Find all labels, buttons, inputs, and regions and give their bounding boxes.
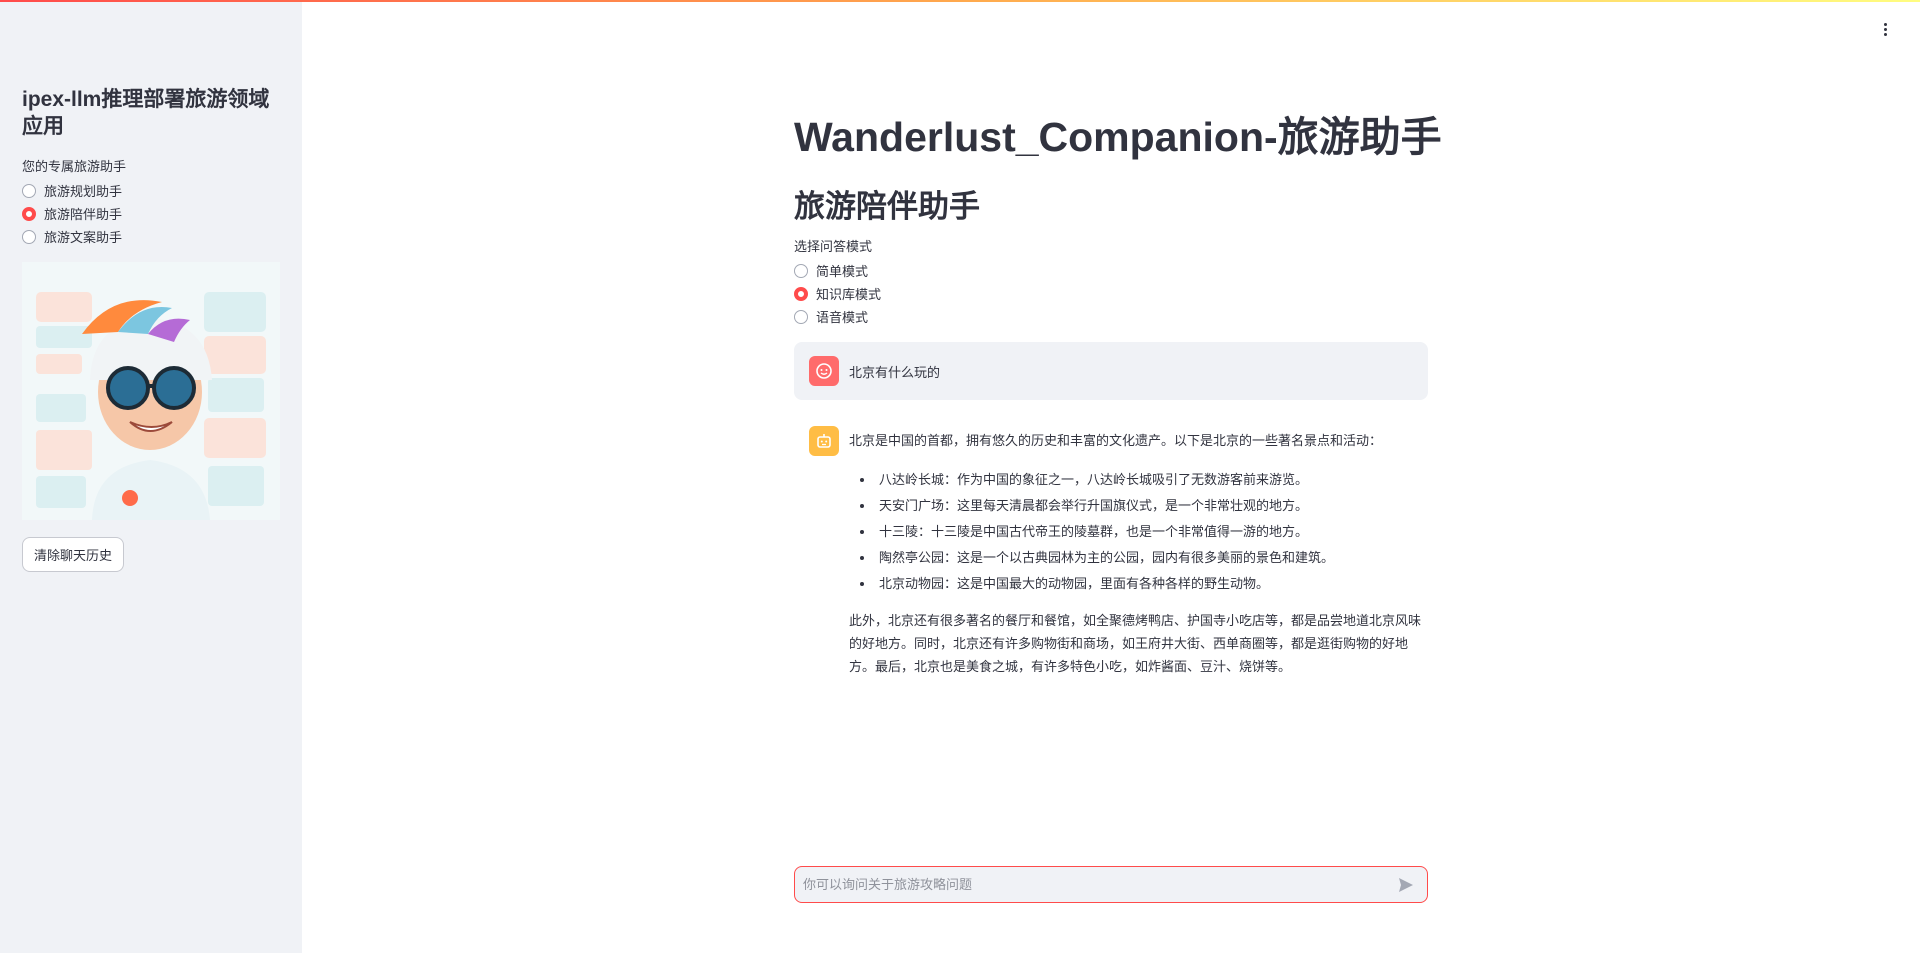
send-icon[interactable] xyxy=(1395,874,1417,896)
list-item: 八达岭长城：作为中国的象征之一，八达岭长城吸引了无数游客前来游览。 xyxy=(875,467,1424,493)
radio-circle[interactable] xyxy=(22,229,36,244)
list-item: 陶然亭公园：这是一个以古典园林为主的公园，园内有很多美丽的景色和建筑。 xyxy=(875,545,1424,571)
user-avatar-icon xyxy=(809,356,839,386)
assistant-radio-group: 旅游规划助手 旅游陪伴助手 旅游文案助手 xyxy=(22,179,122,248)
assistant-outro: 此外，北京还有很多著名的餐厅和餐馆，如全聚德烤鸭店、护国寺小吃店等，都是品尝地道… xyxy=(849,613,1422,674)
chat-input[interactable] xyxy=(803,877,1395,892)
mode-option-voice[interactable]: 语音模式 xyxy=(794,305,881,328)
radio-circle[interactable] xyxy=(794,309,808,324)
top-decoration-bar xyxy=(0,0,1920,2)
radio-circle[interactable] xyxy=(22,183,36,198)
radio-circle-checked[interactable] xyxy=(794,286,808,301)
assistant-option-companion[interactable]: 旅游陪伴助手 xyxy=(22,202,122,225)
assistant-option-copywriting[interactable]: 旅游文案助手 xyxy=(22,225,122,248)
mascot-illustration xyxy=(22,262,280,520)
assistant-option-label: 旅游文案助手 xyxy=(44,230,123,245)
radio-circle-checked[interactable] xyxy=(22,206,36,221)
radio-circle[interactable] xyxy=(794,263,808,278)
attractions-list: 八达岭长城：作为中国的象征之一，八达岭长城吸引了无数游客前来游览。 天安门广场：… xyxy=(875,467,1424,597)
mode-radio-group: 简单模式 知识库模式 语音模式 xyxy=(794,259,881,328)
assistant-intro: 北京是中国的首都，拥有悠久的历史和丰富的文化遗产。以下是北京的一些著名景点和活动… xyxy=(849,433,1383,448)
assistant-option-planning[interactable]: 旅游规划助手 xyxy=(22,179,122,202)
mode-option-label: 语音模式 xyxy=(816,310,869,325)
bot-avatar-icon xyxy=(809,426,839,456)
list-item: 北京动物园：这是中国最大的动物园，里面有各种各样的野生动物。 xyxy=(875,571,1424,597)
sidebar-title: ipex-llm推理部署旅游领域应用 xyxy=(22,88,270,138)
user-message: 北京有什么玩的 xyxy=(794,342,1428,400)
page-title: Wanderlust_Companion-旅游助手 xyxy=(794,114,1442,160)
assistant-message: 北京是中国的首都，拥有悠久的历史和丰富的文化遗产。以下是北京的一些著名景点和活动… xyxy=(794,426,1428,678)
assistant-option-label: 旅游陪伴助手 xyxy=(44,207,123,222)
assistant-radio-label: 您的专属旅游助手 xyxy=(22,159,127,174)
user-message-text: 北京有什么玩的 xyxy=(849,364,941,380)
list-item: 天安门广场：这里每天清晨都会举行升国旗仪式，是一个非常壮观的地方。 xyxy=(875,493,1424,519)
list-item: 十三陵：十三陵是中国古代帝王的陵墓群，也是一个非常值得一游的地方。 xyxy=(875,519,1424,545)
mode-radio-label: 选择问答模式 xyxy=(794,239,873,254)
page-subtitle: 旅游陪伴助手 xyxy=(794,189,980,224)
mode-option-simple[interactable]: 简单模式 xyxy=(794,259,881,282)
assistant-message-content: 北京是中国的首都，拥有悠久的历史和丰富的文化遗产。以下是北京的一些著名景点和活动… xyxy=(849,426,1424,678)
sidebar: ipex-llm推理部署旅游领域应用 您的专属旅游助手 旅游规划助手 旅游陪伴助… xyxy=(0,0,302,953)
mode-option-label: 简单模式 xyxy=(816,264,869,279)
mode-option-knowledge[interactable]: 知识库模式 xyxy=(794,282,881,305)
menu-icon[interactable] xyxy=(1880,23,1890,41)
mode-option-label: 知识库模式 xyxy=(816,287,882,302)
assistant-option-label: 旅游规划助手 xyxy=(44,184,123,199)
chat-input-box xyxy=(794,866,1428,903)
travel-mascot-image xyxy=(22,262,280,520)
clear-history-button[interactable]: 清除聊天历史 xyxy=(22,537,125,572)
